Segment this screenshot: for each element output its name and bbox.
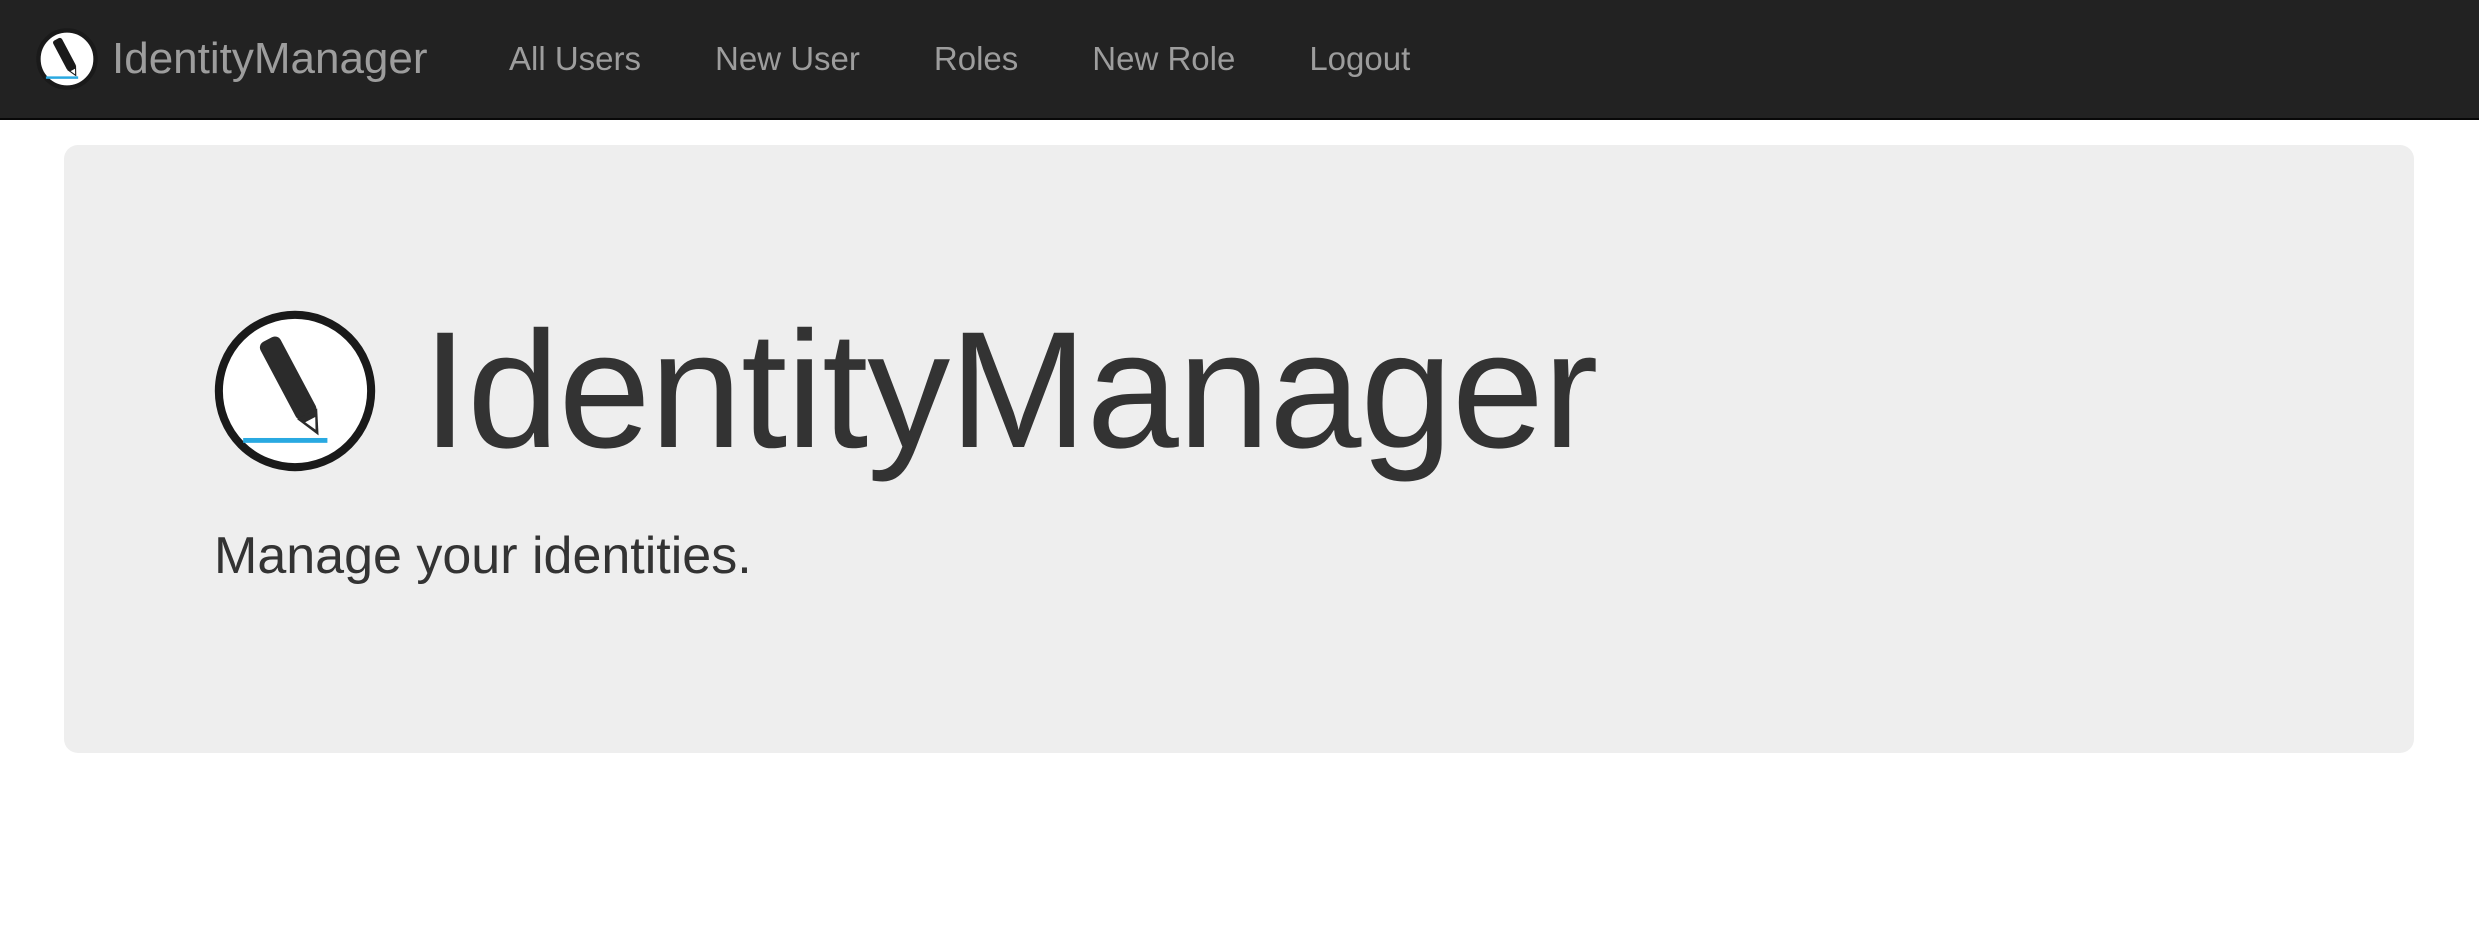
brand-name: IdentityManager xyxy=(112,34,428,83)
main-nav: All Users New User Roles New Role Logout xyxy=(472,0,1447,118)
pen-circle-icon xyxy=(214,310,376,472)
nav-link-new-role[interactable]: New Role xyxy=(1055,0,1272,118)
nav-item-all-users: All Users xyxy=(472,0,678,118)
hero-title-text: IdentityManager xyxy=(422,298,1598,483)
hero-heading: IdentityManager xyxy=(214,298,1598,483)
hero-jumbotron: IdentityManager Manage your identities. xyxy=(64,145,2414,753)
nav-item-new-user: New User xyxy=(678,0,897,118)
nav-item-new-role: New Role xyxy=(1055,0,1272,118)
nav-item-roles: Roles xyxy=(897,0,1055,118)
nav-link-logout[interactable]: Logout xyxy=(1272,0,1447,118)
nav-link-new-user[interactable]: New User xyxy=(678,0,897,118)
hero-tagline: Manage your identities. xyxy=(214,527,752,585)
nav-link-roles[interactable]: Roles xyxy=(897,0,1055,118)
nav-item-logout: Logout xyxy=(1272,0,1447,118)
brand-link[interactable]: IdentityManager xyxy=(36,0,428,118)
pen-circle-icon xyxy=(36,28,98,90)
top-navbar: IdentityManager All Users New User Roles… xyxy=(0,0,2479,120)
nav-link-all-users[interactable]: All Users xyxy=(472,0,678,118)
